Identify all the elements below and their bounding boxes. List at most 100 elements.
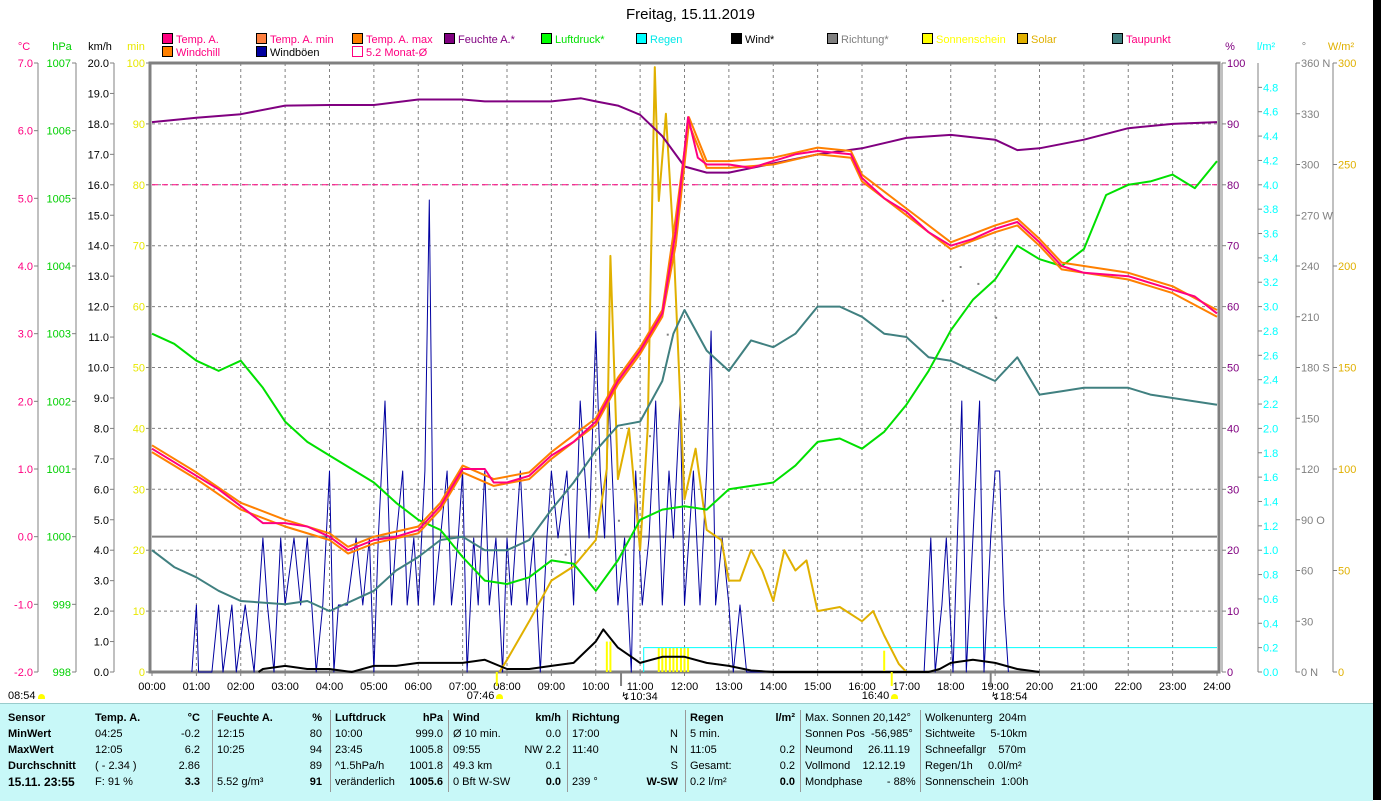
axis-tick-label: 999: [53, 599, 71, 611]
cell-value: N: [670, 744, 678, 756]
stats-row: 11:40 N: [572, 742, 678, 758]
axis-tick-label: 2.4: [1263, 375, 1278, 387]
cell-value: °C: [187, 712, 200, 724]
axis-tick-label: 240: [1301, 261, 1319, 273]
legend-label: Windböen: [270, 47, 320, 59]
cell-label: 5 min.: [690, 728, 720, 740]
cell-label: 17:00: [572, 728, 600, 740]
column-header: Temp. A. °C: [95, 710, 200, 726]
axis-unit-label: min: [127, 41, 145, 53]
direction-point: [649, 435, 651, 438]
stats-row: 0 Bft W-SW 0.0: [453, 774, 561, 790]
weather-chart: °C -2.0 -1.0 0.0 1.0 2.0 3.0 4.0 5.0 6.0 7.0 hPa 998…: [14, 41, 1356, 693]
axis-tick-label: 2.0: [94, 606, 109, 618]
info-line: Max. Sonnen 20,142°: [805, 710, 915, 726]
sun-icon: [891, 694, 899, 699]
stats-column: Temp. A. °C 04:25 -0.2 12:05 6.2 ( - 2.34 ) 2.8…: [95, 710, 200, 792]
axis-tick-label: 1006: [47, 126, 71, 138]
stats-row: F: 91 % 3.3: [95, 774, 200, 790]
axis-tick-label: 8.0: [94, 423, 109, 435]
x-tick-label: 06:00: [404, 681, 432, 693]
axis-tick-label: 1005: [47, 193, 71, 205]
axis-tick-label: 0: [1227, 667, 1233, 679]
legend-item: 5.2 Monat-Ø: [352, 46, 427, 59]
cell-label: Ø 10 min.: [453, 728, 501, 740]
x-tick-label: 12:00: [671, 681, 699, 693]
cell-value: N: [670, 728, 678, 740]
x-tick-label: 01:00: [183, 681, 211, 693]
page-title: Freitag, 15.11.2019: [626, 6, 755, 23]
direction-point: [995, 316, 998, 319]
axis-tick-label: 100: [127, 58, 145, 70]
axis-tick-label: 1.8: [1263, 448, 1278, 460]
cell-label: Neumond 26.11.19: [805, 744, 910, 756]
legend-swatch: [444, 33, 455, 44]
cell-label: 5.52 g/m³: [217, 776, 264, 788]
cell-label: 23:45: [335, 744, 363, 756]
cell-label: 49.3 km: [453, 760, 493, 772]
axis-tick-label: 4.8: [1263, 82, 1278, 94]
cell-label: Temp. A.: [95, 712, 141, 724]
x-tick-label: 24:00: [1203, 681, 1231, 693]
sunshine-bar: [675, 647, 678, 672]
axis-tick-label: 0.8: [1263, 570, 1278, 582]
axis-tick-label: 9.0: [94, 393, 109, 405]
stats-column: Max. Sonnen 20,142° Sonnen Pos -56,985° Ne…: [800, 710, 916, 792]
x-tick-label: 03:00: [271, 681, 299, 693]
cell-label: Richtung: [572, 712, 620, 724]
x-tick-label: 10:00: [582, 681, 610, 693]
cell-value: 94: [309, 744, 322, 756]
cell-label: 10:25: [217, 744, 245, 756]
cell-label: Wolkenunterg 204m: [925, 712, 1027, 724]
axis-tick-label: 16.0: [88, 180, 109, 192]
legend-label: Temp. A. max: [366, 34, 433, 46]
cell-value: 0.2: [779, 760, 795, 772]
axis-tick-label: 4.6: [1263, 107, 1278, 119]
cell-label: 12:05: [95, 744, 123, 756]
cell-value: NW 2.2: [524, 744, 561, 756]
axis-tick-label: 3.0: [94, 576, 109, 588]
axis-tick-label: 20: [133, 545, 145, 557]
series-regen: [643, 647, 1217, 672]
info-line: Mondphase - 88%: [805, 774, 916, 790]
direction-point: [684, 418, 687, 421]
stats-row: 15.11. 23:55: [8, 774, 86, 790]
axis-tick-label: 3.0: [18, 329, 33, 341]
axis-tick-label: -1.0: [14, 599, 33, 611]
cell-value: W-SW: [646, 776, 678, 788]
stats-row: 12:15 80: [217, 726, 322, 742]
legend-swatch: [1112, 33, 1123, 44]
cell-label: Sonnen Pos -56,985°: [805, 728, 913, 740]
legend-label: Solar: [1031, 34, 1057, 46]
sunshine-bar: [668, 647, 671, 672]
sunshine-bar: [657, 647, 660, 672]
stats-row: 0.2 l/m² 0.0: [690, 774, 795, 790]
cell-value: -0.2: [181, 728, 200, 740]
cell-label: Sichtweite 5-10km: [925, 728, 1028, 740]
cell-label: F: 91 %: [95, 776, 133, 788]
legend-item: Taupunkt: [1112, 33, 1171, 46]
axis-tick-label: 40: [133, 423, 145, 435]
axis-tick-label: 70: [133, 241, 145, 253]
axis-tick-label: 998: [53, 667, 71, 679]
legend-label: Wind*: [745, 34, 775, 46]
cell-label: 09:55: [453, 744, 481, 756]
cell-label: veränderlich: [335, 776, 395, 788]
sunshine-bar: [679, 647, 682, 672]
axis-tick-label: 60: [133, 302, 145, 314]
stats-row: 49.3 km 0.1: [453, 758, 561, 774]
info-line: Schneefallgr 570m: [925, 742, 1045, 758]
column-header: Regen l/m²: [690, 710, 795, 726]
axis-tick-label: 4.0: [18, 261, 33, 273]
axis-tick-label: 7.0: [94, 454, 109, 466]
x-tick-label: 21:00: [1070, 681, 1098, 693]
axis-tick-label: 1.0: [94, 637, 109, 649]
cell-value: 0.0: [545, 728, 561, 740]
axis-tick-label: 250: [1338, 160, 1356, 172]
direction-point: [564, 553, 567, 556]
stats-row: ^1.5hPa/h 1001.8: [335, 758, 443, 774]
cell-label: Luftdruck: [335, 712, 386, 724]
axis-tick-label: 4.4: [1263, 131, 1278, 143]
legend-item: Wind*: [731, 33, 774, 46]
corner-time-note: 08:54: [8, 690, 45, 702]
